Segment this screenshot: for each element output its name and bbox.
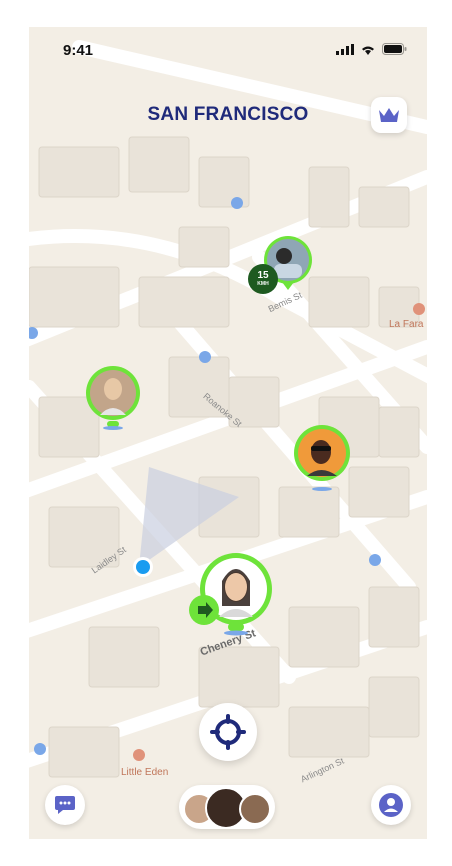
speed-unit: KMH [257, 281, 269, 287]
chat-icon [55, 796, 75, 814]
friend-marker-3[interactable] [293, 424, 351, 497]
speed-badge: 15 KMH [248, 264, 278, 294]
friend-avatar-2 [86, 366, 140, 430]
premium-button[interactable] [371, 97, 407, 133]
status-bar: 9:41 [29, 27, 427, 71]
locate-me-button[interactable] [199, 703, 257, 761]
friend-marker-1[interactable]: 15 KMH [248, 234, 314, 297]
friend-avatar-3 [294, 425, 350, 491]
poi-little-eden[interactable]: Little Eden [121, 767, 168, 778]
profile-icon [379, 793, 403, 817]
chat-button[interactable] [45, 785, 85, 825]
poi-la-fara[interactable]: La Fara [389, 319, 423, 330]
speed-value: 15 [257, 270, 269, 281]
crosshair-icon [210, 714, 246, 750]
friend-marker-2[interactable] [85, 365, 141, 436]
phone-screen: Bemis St Roanoke St Laidley St Chenery S… [29, 27, 427, 839]
signal-icon [336, 43, 354, 55]
friend-face-3 [239, 793, 271, 825]
friends-list-button[interactable] [179, 785, 275, 829]
battery-icon [382, 43, 407, 55]
wifi-icon [362, 46, 374, 55]
city-title: SAN FRANCISCO [147, 104, 309, 125]
walking-arrow-icon [189, 595, 219, 625]
status-time: 9:41 [63, 42, 94, 59]
profile-button[interactable] [371, 785, 411, 825]
friend-marker-4[interactable] [189, 551, 275, 642]
crown-icon [379, 108, 399, 122]
